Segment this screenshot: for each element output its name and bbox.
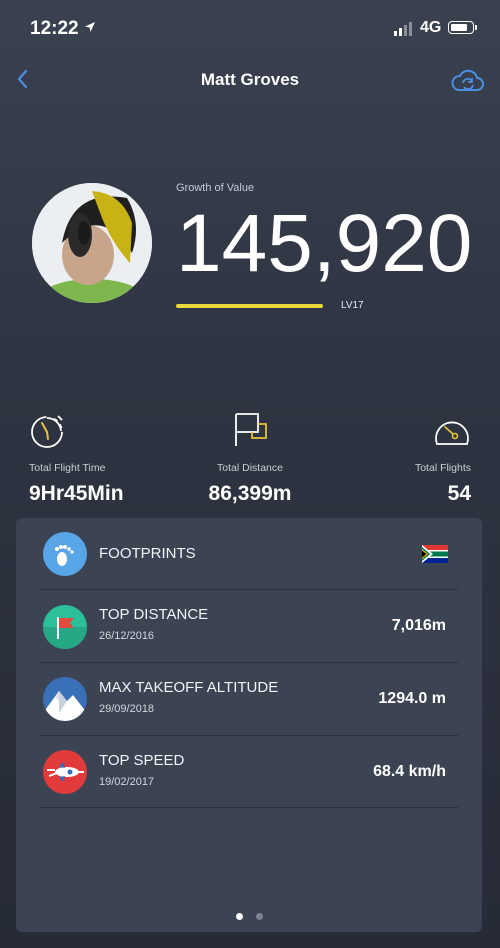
battery-icon [448, 21, 477, 34]
network-type: 4G [420, 19, 442, 36]
divider [40, 807, 458, 808]
level-progress-bar [176, 304, 323, 308]
status-time: 12:22 [30, 18, 79, 39]
list-item-top-distance[interactable]: TOP DISTANCE 26/12/2016 7,016m [16, 590, 482, 662]
page-title: Matt Groves [200, 70, 300, 89]
cloud-sync-icon [451, 69, 484, 91]
location-arrow-icon [84, 20, 96, 38]
page-indicator-dot[interactable] [256, 913, 263, 920]
speedometer-icon [432, 414, 472, 453]
signal-icon [394, 22, 414, 41]
stat-label-flight-time: Total Flight Time [29, 462, 106, 474]
rocket-icon [43, 750, 87, 794]
record-date: 29/09/2018 [99, 703, 155, 715]
red-flag-icon [43, 605, 87, 649]
growth-label: Growth of Value [176, 182, 255, 194]
stopwatch-icon [28, 412, 66, 455]
footprints-icon [43, 532, 87, 576]
growth-value: 145,920 [176, 198, 473, 289]
stat-label-flights: Total Flights [414, 462, 471, 474]
avatar[interactable] [32, 183, 152, 303]
list-item-top-speed[interactable]: TOP SPEED 19/02/2017 68.4 km/h [16, 736, 482, 808]
flag-icon [232, 410, 272, 453]
avatar-image [32, 183, 152, 303]
stat-value-distance: 86,399m [208, 482, 292, 505]
stat-value-flights: 54 [447, 482, 471, 505]
list-item-footprints[interactable]: FOOTPRINTS [16, 518, 482, 590]
south-africa-flag-icon [422, 545, 448, 568]
record-title: TOP DISTANCE [99, 606, 209, 623]
record-date: 19/02/2017 [99, 776, 155, 788]
mountain-icon [43, 677, 87, 721]
record-title: FOOTPRINTS [99, 545, 196, 562]
stat-label-distance: Total Distance [217, 462, 283, 474]
page-indicator-dot-active[interactable] [236, 913, 243, 920]
stat-value-flight-time: 9Hr45Min [29, 482, 124, 505]
record-value: 7,016m [391, 617, 446, 634]
record-value: 68.4 km/h [373, 763, 446, 780]
level-badge: LV17 [341, 300, 364, 311]
record-value: 1294.0 m [378, 690, 446, 707]
record-title: MAX TAKEOFF ALTITUDE [99, 679, 279, 696]
cloud-sync-button[interactable] [450, 66, 486, 99]
record-title: TOP SPEED [99, 752, 185, 769]
list-item-max-altitude[interactable]: MAX TAKEOFF ALTITUDE 29/09/2018 1294.0 m [16, 663, 482, 735]
records-card: FOOTPRINTS TOP DISTANCE 26/12/2016 7,016… [16, 518, 482, 932]
record-date: 26/12/2016 [99, 630, 155, 642]
